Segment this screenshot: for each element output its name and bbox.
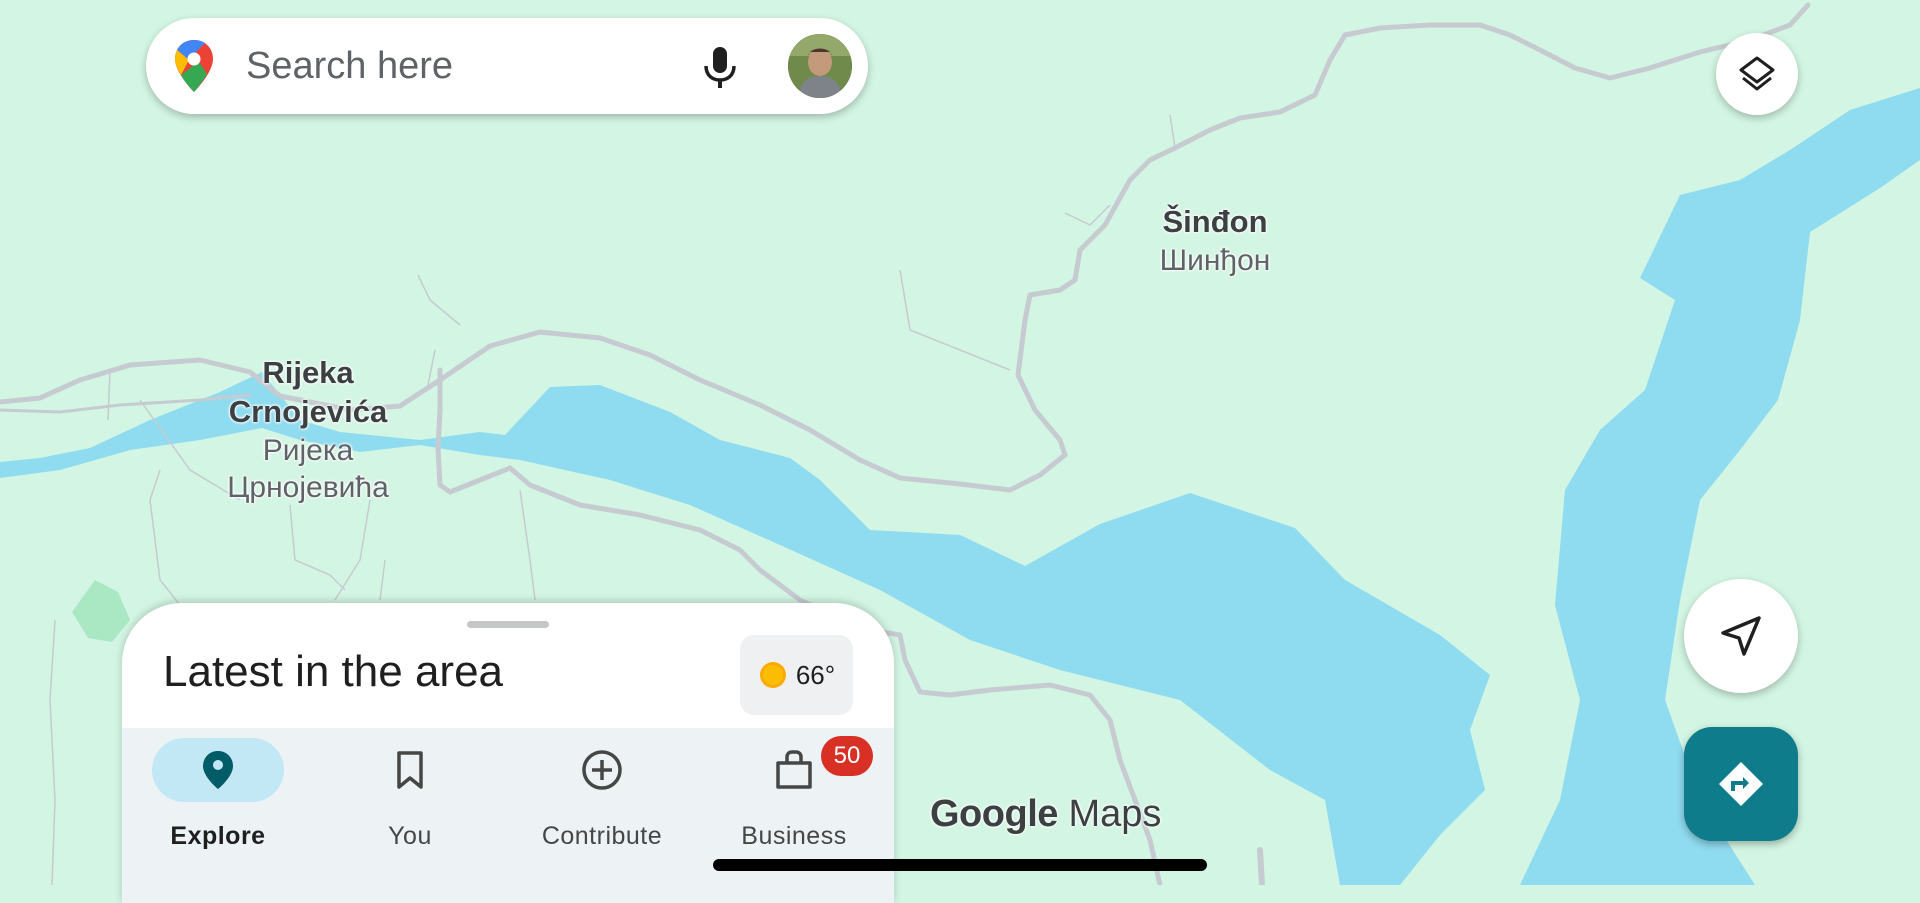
bookmark-icon [397,751,423,789]
logo-google-text: Google [930,793,1058,835]
tab-explore[interactable]: Explore [122,738,314,858]
place-label-rijeka-crnojevica[interactable]: Rijeka Crnojevića Ријека Црнојевића [193,354,423,507]
layers-button[interactable] [1716,33,1798,115]
search-bar[interactable] [146,18,868,114]
avatar-photo [788,34,852,98]
tab-icon-wrap [536,738,668,802]
tab-you-label: You [388,822,432,850]
tab-indicator [152,738,284,802]
place-label-sindon[interactable]: Šinđon Шинђон [1135,203,1295,279]
tab-contribute-label: Contribute [541,822,663,850]
avatar[interactable] [788,34,852,98]
storefront-icon [776,750,812,789]
tab-you[interactable]: You [314,738,506,858]
place-label-cyrillic-line: Црнојевића [227,471,389,504]
search-input[interactable] [244,40,678,92]
google-maps-pin-icon [175,40,213,92]
place-label-latin-line: Crnojevića [228,393,388,429]
weather-chip[interactable]: 66° [740,635,853,715]
tab-explore-label: Explore [170,822,266,850]
navigation-arrow-icon [1721,616,1761,656]
tab-business[interactable]: 50 Business [698,736,890,858]
sun-icon [759,662,786,688]
microphone-icon[interactable] [698,44,742,90]
tab-icon-wrap: 50 [728,736,873,802]
place-label-cyrillic-line: Ријека [262,433,354,467]
explore-pin-icon [203,751,233,789]
tab-contribute[interactable]: Contribute [506,738,698,858]
layers-icon [1739,56,1775,91]
place-label-latin: Šinđon [1162,204,1268,239]
directions-icon [1719,762,1763,806]
google-maps-logo: Google Maps [930,793,1161,836]
home-indicator[interactable] [713,859,1207,871]
directions-button[interactable] [1684,727,1798,841]
tab-business-label: Business [741,822,847,850]
place-label-cyrillic: Шинђон [1159,243,1271,277]
notification-badge: 50 [821,736,873,776]
tab-icon-wrap [344,738,476,802]
logo-maps-text: Maps [1068,793,1162,835]
my-location-button[interactable] [1684,579,1798,693]
explore-bottom-sheet[interactable]: Latest in the area 66° Explore You Contr… [122,603,894,903]
sheet-drag-handle[interactable] [467,621,549,628]
bottom-navigation: Explore You Contribute 50 Business [122,728,894,903]
place-label-latin-line: Rijeka [262,355,354,390]
add-circle-icon [582,750,622,790]
sheet-title: Latest in the area [163,647,504,696]
weather-temperature: 66° [795,659,836,690]
